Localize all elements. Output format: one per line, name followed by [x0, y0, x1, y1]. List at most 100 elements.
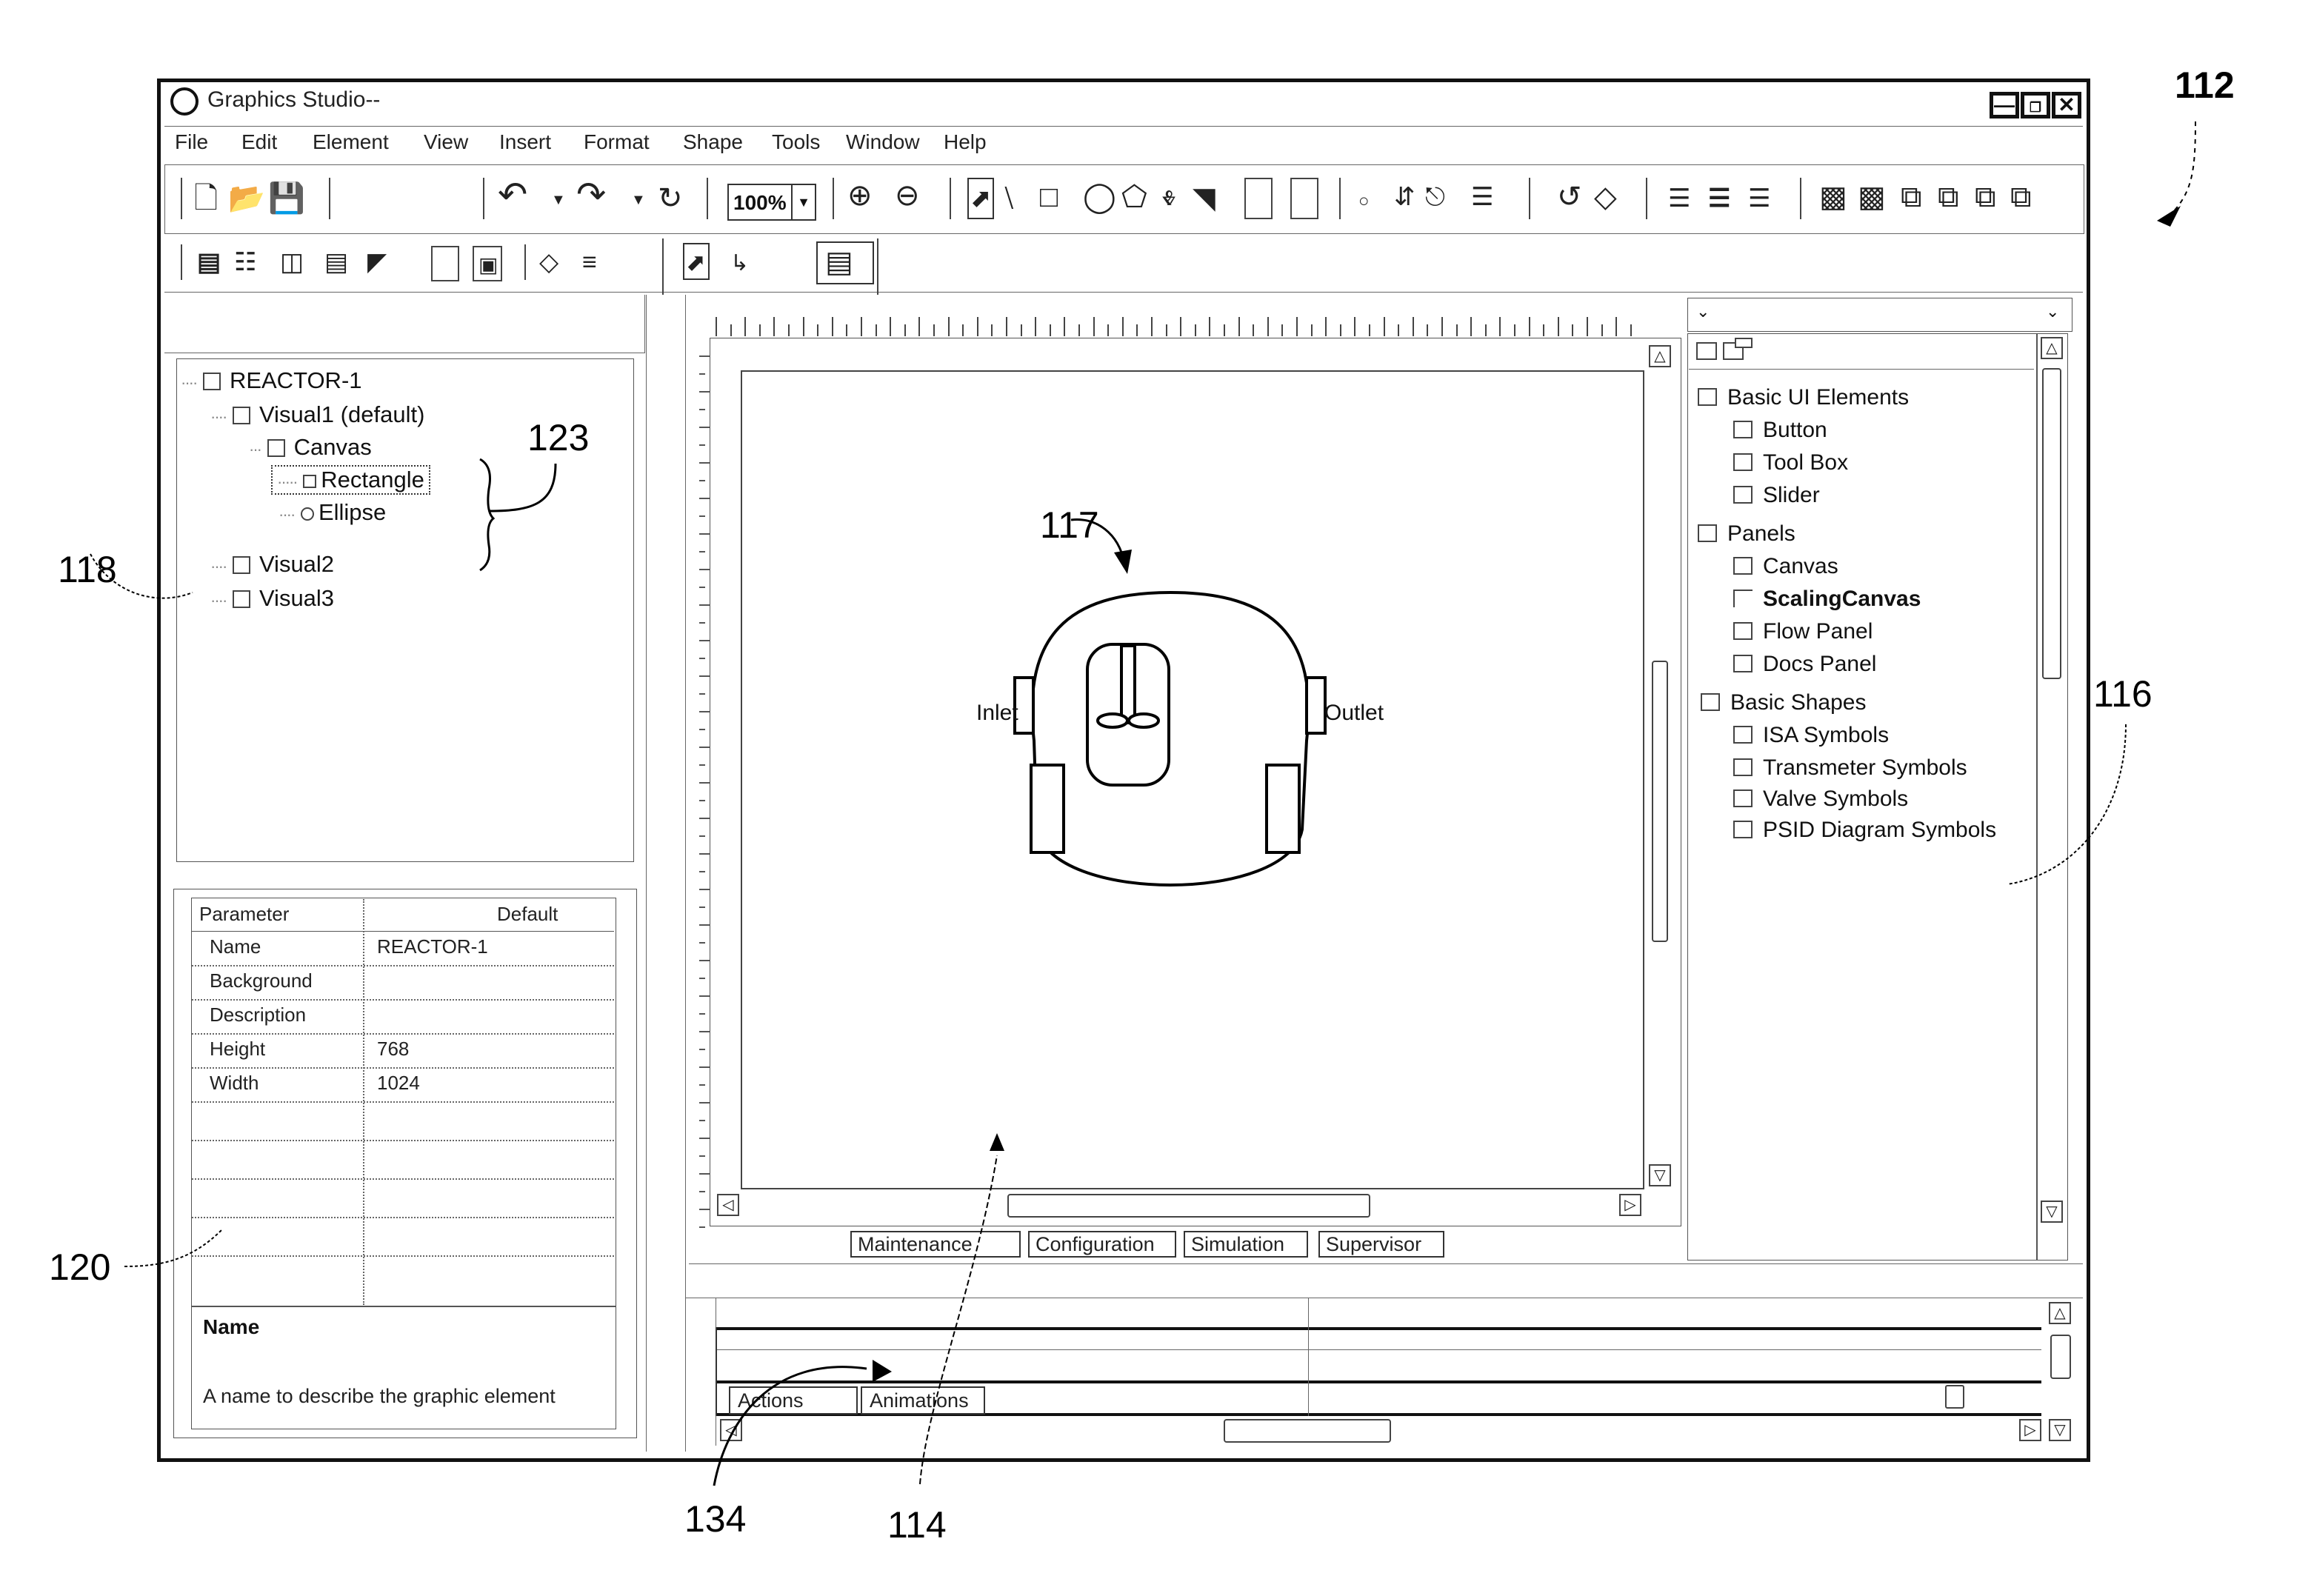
chevron-down-icon[interactable]: ⌄: [1696, 302, 1710, 321]
bring-front-icon[interactable]: ⧉: [1901, 182, 1922, 212]
table-row[interactable]: Background: [192, 965, 614, 1001]
column-divider[interactable]: [363, 899, 364, 1305]
open-icon[interactable]: 📂: [228, 184, 265, 213]
scrollbar-thumb[interactable]: [1007, 1194, 1370, 1218]
lines-icon[interactable]: ≡: [582, 247, 597, 277]
size-tools-icon[interactable]: ◫: [280, 247, 304, 277]
scroll-up-button[interactable]: △: [1649, 345, 1671, 367]
layout-button[interactable]: ▤: [816, 241, 874, 284]
zoom-in-icon[interactable]: ⊕: [847, 181, 873, 210]
library-select[interactable]: [1687, 298, 2072, 332]
bottom-horizontal-scrollbar[interactable]: ◁ ▷: [716, 1416, 2041, 1446]
table-row[interactable]: [192, 1178, 614, 1218]
diamond-icon[interactable]: ◇: [539, 247, 558, 277]
scrollbar-thumb[interactable]: [1224, 1419, 1391, 1443]
tree-node-selected[interactable]: ····· Rectangle: [271, 465, 430, 495]
scroll-left-button[interactable]: ◁: [720, 1419, 742, 1441]
pointer-tool-button[interactable]: ⬈: [967, 178, 994, 219]
library-item[interactable]: Flow Panel: [1733, 619, 1873, 644]
scroll-left-button[interactable]: ◁: [717, 1194, 739, 1216]
menu-format[interactable]: Format: [584, 130, 650, 154]
scroll-down-button[interactable]: ▽: [1649, 1164, 1671, 1186]
align-tools-icon[interactable]: ▤: [197, 247, 221, 277]
tab-simulation[interactable]: Simulation: [1184, 1231, 1308, 1258]
scroll-down-button[interactable]: ▽: [2049, 1419, 2071, 1441]
table-row[interactable]: Description: [192, 999, 614, 1035]
menu-tools[interactable]: Tools: [772, 130, 820, 154]
library-item[interactable]: Canvas: [1733, 554, 1838, 579]
undo-dropdown-icon[interactable]: ▼: [551, 185, 566, 215]
menu-element[interactable]: Element: [313, 130, 389, 154]
pentagon-icon[interactable]: ⬠: [1121, 182, 1147, 212]
chevron-down-icon[interactable]: ▼: [791, 185, 815, 219]
tall-rectangle-icon[interactable]: [1244, 178, 1273, 219]
zoom-out-icon[interactable]: ⊖: [895, 181, 920, 210]
menu-edit[interactable]: Edit: [241, 130, 277, 154]
send-backward-icon[interactable]: ⧉: [2010, 182, 2032, 212]
tree-node[interactable]: ···· Visual3: [210, 585, 334, 612]
panel-icon[interactable]: [1290, 178, 1318, 219]
undo-icon[interactable]: ↶: [498, 178, 527, 213]
flip-icon[interactable]: ◇: [1594, 182, 1617, 212]
pane-splitter[interactable]: [646, 295, 686, 1452]
library-scrollbar[interactable]: △ ▽: [2037, 333, 2068, 1261]
connector-tool-icon[interactable]: ↳: [730, 249, 749, 278]
align-center-icon[interactable]: ☰: [1708, 184, 1730, 213]
group-icon[interactable]: ▩: [1819, 182, 1847, 212]
restore-button[interactable]: ❐: [2021, 92, 2050, 118]
distribute-icon[interactable]: ☷: [234, 247, 256, 277]
tab-supervisor[interactable]: Supervisor: [1318, 1231, 1444, 1258]
ellipse-icon[interactable]: ◯: [1083, 182, 1116, 212]
library-item[interactable]: Valve Symbols: [1733, 787, 1908, 812]
refresh-icon[interactable]: ↻: [658, 184, 683, 213]
line-icon[interactable]: ⧵: [1004, 184, 1014, 213]
menu-help[interactable]: Help: [944, 130, 987, 154]
minimize-button[interactable]: —: [1990, 92, 2019, 118]
tree-node[interactable]: ··· Canvas: [249, 434, 372, 461]
param-value[interactable]: 1024: [377, 1072, 420, 1095]
library-item[interactable]: Tool Box: [1733, 450, 1848, 475]
new-document-icon[interactable]: 🗋: [194, 184, 218, 213]
scrollbar-thumb[interactable]: [1652, 661, 1668, 942]
title-bar[interactable]: [164, 84, 2083, 127]
canvas-vertical-scrollbar[interactable]: △ ▽: [1646, 342, 1675, 1192]
table-row[interactable]: Height 768: [192, 1033, 614, 1069]
embed-button[interactable]: ▣: [473, 246, 502, 281]
send-back-icon[interactable]: ⧉: [1938, 182, 1959, 212]
scroll-up-button[interactable]: △: [2041, 337, 2063, 359]
rectangle-icon[interactable]: □: [1040, 182, 1058, 212]
table-row[interactable]: [192, 1101, 614, 1141]
table-row[interactable]: [192, 1140, 614, 1180]
save-icon[interactable]: 💾: [268, 184, 305, 213]
library-item[interactable]: Slider: [1733, 483, 1820, 508]
tree-node[interactable]: ···· Visual2: [210, 551, 334, 578]
menu-insert[interactable]: Insert: [499, 130, 551, 154]
library-group[interactable]: Basic UI Elements: [1698, 385, 1909, 410]
redo-icon[interactable]: ↷: [576, 178, 606, 213]
table-row[interactable]: [192, 1255, 614, 1303]
polygon-icon[interactable]: ◥: [1193, 184, 1215, 213]
library-group[interactable]: Basic Shapes: [1701, 690, 1866, 715]
library-item[interactable]: Button: [1733, 418, 1827, 443]
tree-node[interactable]: ···· Visual1 (default): [210, 401, 424, 428]
redo-dropdown-icon[interactable]: ▼: [631, 185, 646, 215]
small-circle-icon[interactable]: ○: [1358, 187, 1370, 216]
library-item[interactable]: PSID Diagram Symbols: [1733, 818, 1996, 843]
scroll-up-button[interactable]: △: [2049, 1302, 2071, 1324]
tree-node[interactable]: ···· REACTOR-1: [181, 367, 362, 394]
library-group[interactable]: Panels: [1698, 521, 1795, 547]
tab-configuration[interactable]: Configuration: [1028, 1231, 1176, 1258]
scroll-right-button[interactable]: ▷: [1619, 1194, 1641, 1216]
menu-window[interactable]: Window: [846, 130, 920, 154]
menu-view[interactable]: View: [424, 130, 468, 154]
param-value[interactable]: 768: [377, 1038, 409, 1061]
chart-tools-icon[interactable]: ◤: [367, 247, 387, 277]
connector-icon[interactable]: ⇵: [1394, 182, 1415, 212]
scroll-down-button[interactable]: ▽: [2041, 1201, 2063, 1223]
text-lines-icon[interactable]: ☰: [1471, 182, 1493, 212]
align-left-icon[interactable]: ☰: [1668, 184, 1690, 213]
tab-maintenance[interactable]: Maintenance: [850, 1231, 1021, 1258]
polyline-icon[interactable]: Ⰷ: [1161, 184, 1176, 213]
library-item[interactable]: Docs Panel: [1733, 652, 1876, 677]
chart-tools-icon[interactable]: ▤: [324, 247, 348, 277]
